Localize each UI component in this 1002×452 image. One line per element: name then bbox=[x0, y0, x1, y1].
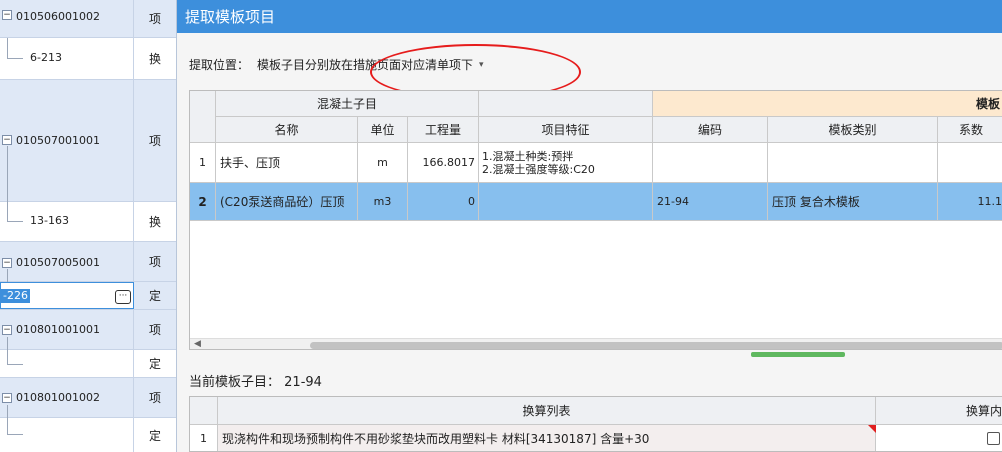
list-type: 项 bbox=[148, 12, 161, 26]
list-type: 换 bbox=[148, 215, 161, 229]
col-header-feature[interactable]: 项目特征 bbox=[479, 117, 653, 143]
list-type: 定 bbox=[134, 282, 176, 309]
position-label: 提取位置： bbox=[189, 58, 250, 72]
cell-category[interactable] bbox=[768, 143, 938, 183]
tree-row[interactable]: − 010507001001 项 bbox=[0, 80, 176, 202]
current-template-row: 当前模板子目： 21-94 bbox=[189, 371, 322, 390]
tree-row[interactable]: 6-213 换 bbox=[0, 38, 176, 80]
feature-line: 2.混凝土强度等级:C20 bbox=[482, 162, 595, 176]
cell-coef[interactable]: 11.1 bbox=[938, 183, 1002, 221]
col-header-unit[interactable]: 单位 bbox=[358, 117, 408, 143]
template-grid: 混凝土子目 模板 名称 单位 工程量 项目特征 编码 模板类别 系数 1 扶手、… bbox=[189, 90, 1002, 350]
col-header-category[interactable]: 模板类别 bbox=[768, 117, 938, 143]
collapse-icon[interactable]: − bbox=[2, 10, 12, 20]
tree-line bbox=[7, 350, 8, 364]
cell-feature[interactable] bbox=[479, 183, 653, 221]
scroll-left-icon[interactable]: ◀ bbox=[194, 339, 201, 349]
list-code: 010507005001 bbox=[16, 256, 100, 269]
tree-line bbox=[7, 58, 23, 59]
cell-qty[interactable]: 0 bbox=[408, 183, 479, 221]
tree-row[interactable]: − 010801001001 项 bbox=[0, 310, 176, 350]
row-number: 2 bbox=[190, 183, 216, 221]
tree-line bbox=[7, 405, 8, 418]
tree-line bbox=[7, 146, 8, 202]
tree-row[interactable]: − 010506001002 项 bbox=[0, 0, 176, 38]
list-code: 6-213 bbox=[30, 51, 62, 64]
tree-row[interactable]: 定 bbox=[0, 350, 176, 378]
comment-marker-icon bbox=[868, 425, 876, 433]
col-header-name[interactable]: 名称 bbox=[216, 117, 358, 143]
tree-row-selected[interactable]: -226 ··· 定 bbox=[0, 282, 176, 310]
list-code: 010801001001 bbox=[16, 323, 100, 336]
horizontal-scrollbar[interactable]: ◀ bbox=[190, 338, 1002, 349]
group-header-concrete: 混凝土子目 bbox=[216, 91, 479, 117]
cell-qty[interactable]: 166.8017 bbox=[408, 143, 479, 183]
list-type: 项 bbox=[148, 391, 161, 405]
group-header-template: 模板 bbox=[653, 91, 1002, 117]
collapse-icon[interactable]: − bbox=[2, 393, 12, 403]
tree-line bbox=[7, 337, 8, 350]
row-number: 1 bbox=[190, 143, 216, 183]
cell-code[interactable]: 21-94 bbox=[653, 183, 768, 221]
tree-line bbox=[7, 38, 8, 58]
tree-line bbox=[7, 269, 8, 282]
current-template-label: 当前模板子目： bbox=[189, 375, 281, 390]
list-code: 010801001002 bbox=[16, 391, 100, 404]
list-code: 010506001002 bbox=[16, 10, 100, 23]
conversion-item[interactable]: 现浇构件和现场预制构件不用砂浆垫块而改用塑料卡 材料[34130187] 含量+… bbox=[218, 425, 876, 451]
list-type: 换 bbox=[148, 52, 161, 66]
cell-code[interactable] bbox=[653, 143, 768, 183]
corner-cell bbox=[190, 397, 218, 425]
list-type: 项 bbox=[148, 323, 161, 337]
group-header-blank bbox=[479, 91, 653, 117]
code-edit-input[interactable]: -226 bbox=[1, 289, 30, 303]
cell-category[interactable]: 压顶 复合木模板 bbox=[768, 183, 938, 221]
dialog-title: 提取模板项目 bbox=[177, 0, 1002, 33]
cell-unit[interactable]: m3 bbox=[358, 183, 408, 221]
tree-row[interactable]: 定 bbox=[0, 418, 176, 452]
green-indicator bbox=[751, 352, 845, 357]
tree-row[interactable]: − 010801001002 项 bbox=[0, 378, 176, 418]
more-button[interactable]: ··· bbox=[115, 288, 131, 304]
tree-line bbox=[7, 418, 8, 434]
list-code: 13-163 bbox=[30, 214, 69, 227]
cell-name[interactable]: (C20泵送商品砼）压顶 bbox=[216, 183, 358, 221]
current-template-value: 21-94 bbox=[284, 375, 322, 390]
cell-name[interactable]: 扶手、压顶 bbox=[216, 143, 358, 183]
list-code: 010507001001 bbox=[16, 134, 100, 147]
list-type: 项 bbox=[148, 255, 161, 269]
col-header-qty[interactable]: 工程量 bbox=[408, 117, 479, 143]
cell-coef[interactable] bbox=[938, 143, 1002, 183]
corner-cell bbox=[190, 91, 216, 143]
col-header-conversion-content[interactable]: 换算内 bbox=[876, 397, 1002, 425]
tree-row[interactable]: − 010507005001 项 bbox=[0, 242, 176, 282]
conversion-grid: 换算列表 换算内 1 现浇构件和现场预制构件不用砂浆垫块而改用塑料卡 材料[34… bbox=[189, 396, 1002, 452]
cell-feature[interactable]: 1.混凝土种类:预拌 2.混凝土强度等级:C20 bbox=[479, 143, 653, 183]
ellipsis-icon: ··· bbox=[115, 290, 131, 304]
col-header-conversion-list[interactable]: 换算列表 bbox=[218, 397, 876, 425]
tree-line bbox=[7, 202, 8, 221]
col-header-code[interactable]: 编码 bbox=[653, 117, 768, 143]
left-panel: − 010506001002 项 6-213 换 − 010507001001 … bbox=[0, 0, 176, 452]
tree-line bbox=[7, 221, 23, 222]
list-type: 项 bbox=[148, 134, 161, 148]
collapse-icon[interactable]: − bbox=[2, 325, 12, 335]
list-type: 定 bbox=[148, 357, 161, 371]
tree-line bbox=[7, 434, 23, 435]
cell-unit[interactable]: m bbox=[358, 143, 408, 183]
list-type: 定 bbox=[148, 428, 161, 443]
conversion-checkbox[interactable] bbox=[987, 432, 1000, 445]
tree-line bbox=[7, 364, 23, 365]
scrollbar-thumb[interactable] bbox=[310, 342, 1002, 349]
collapse-icon[interactable]: − bbox=[2, 135, 12, 145]
row-number: 1 bbox=[190, 425, 218, 451]
collapse-icon[interactable]: − bbox=[2, 258, 12, 268]
feature-line: 1.混凝土种类:预拌 bbox=[482, 149, 574, 163]
conversion-cell bbox=[876, 425, 1002, 451]
col-header-coef[interactable]: 系数 bbox=[938, 117, 1002, 143]
extract-template-dialog: 提取模板项目 提取位置： 模板子目分别放在措施页面对应清单项下 ▾ 混凝土子目 … bbox=[176, 0, 1002, 452]
tree-row[interactable]: 13-163 换 bbox=[0, 202, 176, 242]
